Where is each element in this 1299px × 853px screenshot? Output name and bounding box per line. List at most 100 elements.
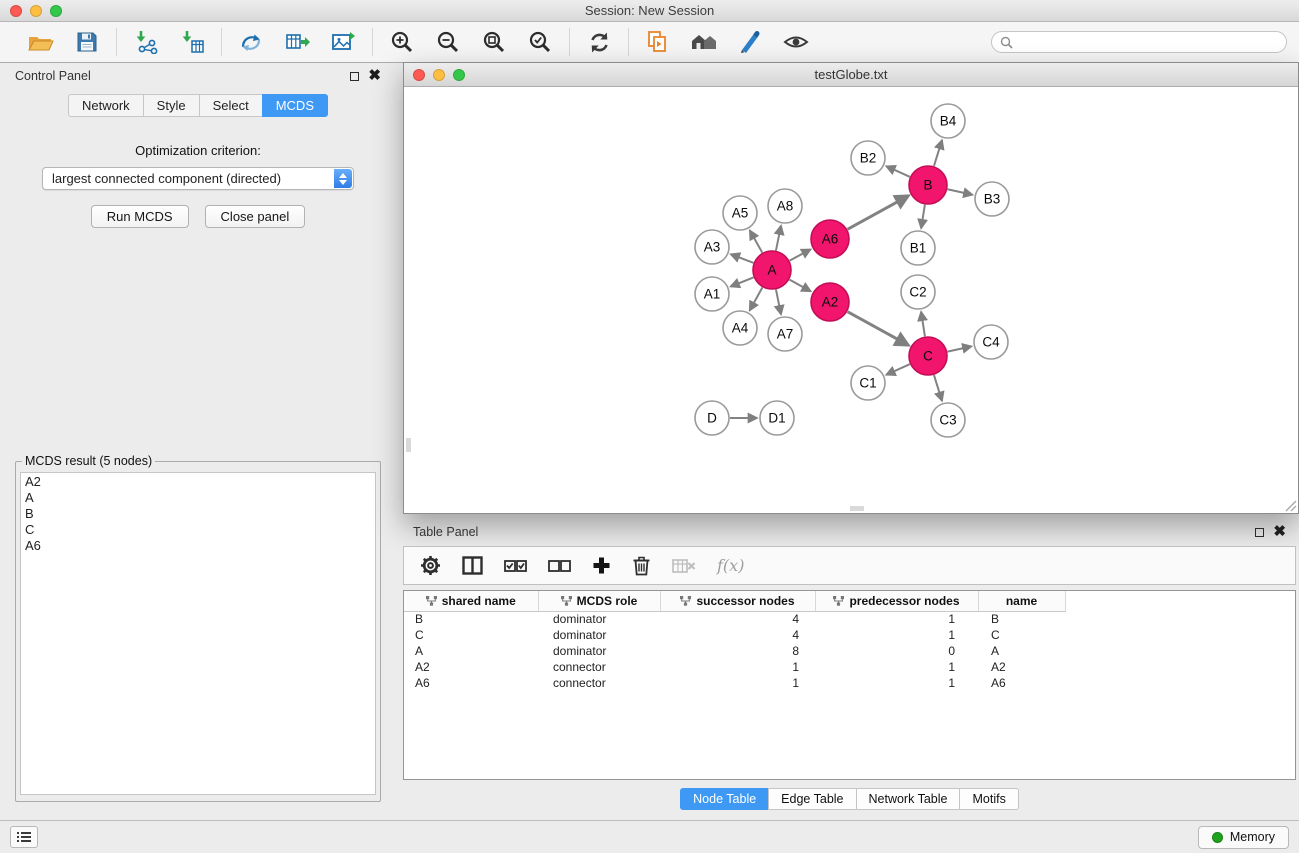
network-canvas[interactable]: B4B2BB3A5A8A6B1A3AC2A1A2A4A7C4CC1C3DD1	[406, 88, 1296, 511]
clear-table-button[interactable]	[672, 558, 696, 574]
show-hide-button[interactable]	[780, 26, 812, 58]
network-minimize-button[interactable]	[433, 69, 445, 81]
graph-edge-A-A6[interactable]	[790, 249, 811, 260]
task-history-button[interactable]	[10, 826, 38, 848]
zoom-selected-button[interactable]	[524, 26, 556, 58]
close-panel-button[interactable]: Close panel	[205, 205, 306, 228]
network-close-button[interactable]	[413, 69, 425, 81]
table-cell[interactable]: B	[978, 611, 1065, 627]
graph-node-A5[interactable]: A5	[723, 196, 757, 230]
network-zoom-button[interactable]	[453, 69, 465, 81]
tab-style[interactable]: Style	[143, 94, 199, 117]
search-box[interactable]	[991, 31, 1287, 53]
graph-node-B1[interactable]: B1	[901, 231, 935, 265]
table-cell[interactable]: C	[404, 627, 538, 643]
run-mcds-button[interactable]: Run MCDS	[91, 205, 189, 228]
open-session-page-button[interactable]	[642, 26, 674, 58]
table-cell[interactable]: dominator	[538, 627, 660, 643]
tab-select[interactable]: Select	[199, 94, 262, 117]
graph-node-A1[interactable]: A1	[695, 277, 729, 311]
export-image-button[interactable]	[327, 26, 359, 58]
table-cell[interactable]: 8	[660, 643, 815, 659]
graph-edge-B-B2[interactable]	[886, 166, 910, 177]
table-cell[interactable]: 1	[815, 675, 978, 691]
table-row[interactable]: Adominator80A	[404, 643, 1065, 659]
graph-node-C4[interactable]: C4	[974, 325, 1008, 359]
table-cell[interactable]: 1	[815, 611, 978, 627]
tab-network-table[interactable]: Network Table	[856, 788, 960, 810]
graph-edge-C-C2[interactable]	[921, 312, 925, 336]
vertical-scroll-hint[interactable]	[406, 438, 411, 452]
search-input[interactable]	[1018, 35, 1278, 49]
column-header-shared-name[interactable]: shared name	[404, 591, 538, 611]
annotate-button[interactable]	[734, 26, 766, 58]
graph-edge-A2-C[interactable]	[848, 312, 909, 346]
tab-network[interactable]: Network	[68, 94, 143, 117]
result-item[interactable]: A2	[25, 474, 371, 490]
minimize-window-button[interactable]	[30, 5, 42, 17]
graph-node-A7[interactable]: A7	[768, 317, 802, 351]
tab-motifs[interactable]: Motifs	[959, 788, 1018, 810]
graph-node-A2[interactable]: A2	[811, 283, 849, 321]
save-session-button[interactable]	[71, 26, 103, 58]
network-window-titlebar[interactable]: testGlobe.txt	[404, 63, 1298, 87]
table-cell[interactable]: A	[404, 643, 538, 659]
show-columns-button[interactable]	[462, 556, 483, 575]
result-item[interactable]: A6	[25, 538, 371, 554]
graph-node-A3[interactable]: A3	[695, 230, 729, 264]
table-row[interactable]: Cdominator41C	[404, 627, 1065, 643]
graph-node-A6[interactable]: A6	[811, 220, 849, 258]
deselect-all-button[interactable]	[548, 559, 571, 573]
resize-handle-icon[interactable]	[1285, 500, 1297, 512]
graph-edge-A6-B[interactable]	[848, 196, 909, 230]
zoom-fit-button[interactable]	[478, 26, 510, 58]
import-table-file-button[interactable]	[176, 26, 208, 58]
table-cell[interactable]: B	[404, 611, 538, 627]
close-panel-icon[interactable]: ✖	[368, 71, 381, 81]
graph-node-D1[interactable]: D1	[760, 401, 794, 435]
graph-node-B[interactable]: B	[909, 166, 947, 204]
graph-node-A8[interactable]: A8	[768, 189, 802, 223]
table-row[interactable]: Bdominator41B	[404, 611, 1065, 627]
float-panel-icon[interactable]	[350, 72, 359, 81]
graph-edge-A-A2[interactable]	[790, 280, 811, 292]
table-cell[interactable]: connector	[538, 675, 660, 691]
graph-edge-C-C1[interactable]	[886, 364, 910, 375]
graph-node-B2[interactable]: B2	[851, 141, 885, 175]
export-table-button[interactable]	[281, 26, 313, 58]
table-cell[interactable]: dominator	[538, 643, 660, 659]
graph-node-C[interactable]: C	[909, 337, 947, 375]
function-builder-button[interactable]: f(x)	[717, 556, 744, 575]
open-file-button[interactable]	[25, 26, 57, 58]
network-graph[interactable]: B4B2BB3A5A8A6B1A3AC2A1A2A4A7C4CC1C3DD1	[406, 88, 1298, 513]
graph-edge-A-A7[interactable]	[776, 290, 781, 315]
column-header-mcds-role[interactable]: MCDS role	[538, 591, 660, 611]
table-row[interactable]: A2connector11A2	[404, 659, 1065, 675]
graph-edge-C-C3[interactable]	[934, 375, 942, 401]
mcds-result-list[interactable]: A2ABCA6	[20, 472, 376, 795]
table-cell[interactable]: connector	[538, 659, 660, 675]
delete-column-button[interactable]	[632, 555, 651, 576]
table-cell[interactable]: A6	[404, 675, 538, 691]
graph-edge-B-B3[interactable]	[948, 189, 973, 194]
table-row[interactable]: A6connector11A6	[404, 675, 1065, 691]
graph-edge-B-B4[interactable]	[934, 140, 942, 166]
table-cell[interactable]: C	[978, 627, 1065, 643]
table-cell[interactable]: dominator	[538, 611, 660, 627]
table-cell[interactable]: 4	[660, 611, 815, 627]
graph-node-C2[interactable]: C2	[901, 275, 935, 309]
tab-mcds[interactable]: MCDS	[262, 94, 328, 117]
optimization-criterion-dropdown[interactable]: largest connected component (directed)	[42, 167, 354, 190]
float-table-panel-icon[interactable]	[1255, 528, 1264, 537]
graph-edge-A-A3[interactable]	[731, 254, 754, 263]
column-header-name[interactable]: name	[978, 591, 1065, 611]
node-table-container[interactable]: shared name MCDS role successor nodes	[403, 590, 1296, 780]
select-all-button[interactable]	[504, 559, 527, 573]
graph-node-A4[interactable]: A4	[723, 311, 757, 345]
zoom-out-button[interactable]	[432, 26, 464, 58]
result-item[interactable]: A	[25, 490, 371, 506]
graph-edge-A-A5[interactable]	[750, 230, 762, 252]
refresh-button[interactable]	[583, 26, 615, 58]
export-network-button[interactable]	[235, 26, 267, 58]
horizontal-scroll-hint[interactable]	[850, 506, 864, 511]
